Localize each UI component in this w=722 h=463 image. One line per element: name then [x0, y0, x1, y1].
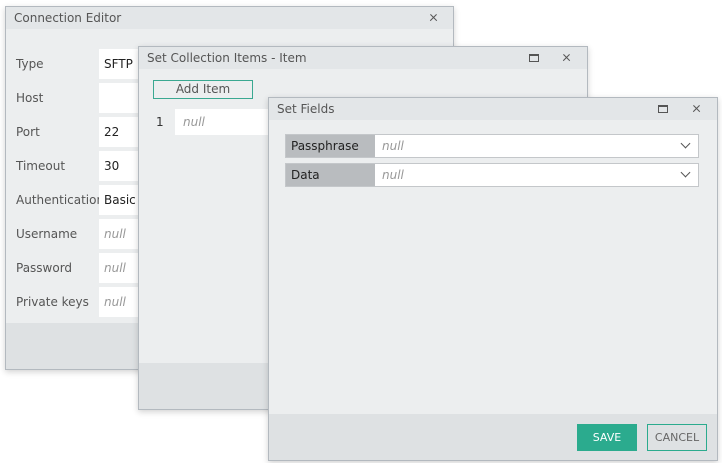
connection-editor-titlebar[interactable]: Connection Editor	[6, 7, 453, 29]
chevron-down-icon	[680, 167, 691, 178]
chevron-down-icon	[680, 138, 691, 149]
passphrase-row: Passphrase null	[285, 134, 699, 158]
maximize-button[interactable]	[526, 50, 542, 66]
maximize-icon	[658, 105, 668, 113]
passphrase-value: null	[382, 139, 404, 153]
field-label-username: Username	[16, 227, 78, 241]
data-select[interactable]: null	[375, 164, 698, 186]
passphrase-select[interactable]: null	[375, 135, 698, 157]
collection-items-titlebar[interactable]: Set Collection Items - Item	[139, 47, 587, 69]
field-label-type: Type	[16, 57, 44, 71]
field-label-host: Host	[16, 91, 44, 105]
field-label-authentication: Authentication	[16, 193, 105, 207]
maximize-icon	[529, 54, 539, 62]
passphrase-label: Passphrase	[286, 135, 375, 157]
close-icon[interactable]	[689, 101, 705, 117]
set-fields-footer: SAVE CANCEL	[269, 414, 717, 460]
field-label-private-keys: Private keys	[16, 295, 89, 309]
save-button[interactable]: SAVE	[577, 424, 637, 451]
item-index: 1	[156, 115, 164, 129]
close-icon[interactable]	[559, 50, 575, 66]
data-row: Data null	[285, 163, 699, 187]
maximize-button[interactable]	[655, 101, 671, 117]
collection-items-title: Set Collection Items - Item	[147, 51, 307, 65]
data-label: Data	[286, 164, 375, 186]
connection-editor-title: Connection Editor	[14, 11, 122, 25]
cancel-button[interactable]: CANCEL	[647, 424, 707, 451]
close-icon[interactable]	[426, 10, 442, 26]
field-label-password: Password	[16, 261, 73, 275]
set-fields-window: Set Fields Passphrase null Data null SAV…	[268, 97, 718, 461]
field-label-port: Port	[16, 125, 40, 139]
set-fields-titlebar[interactable]: Set Fields	[269, 98, 717, 120]
set-fields-title: Set Fields	[277, 102, 335, 116]
set-fields-body: Passphrase null Data null	[269, 120, 717, 414]
add-item-button[interactable]: Add Item	[153, 80, 253, 99]
data-value: null	[382, 168, 404, 182]
field-label-timeout: Timeout	[16, 159, 66, 173]
